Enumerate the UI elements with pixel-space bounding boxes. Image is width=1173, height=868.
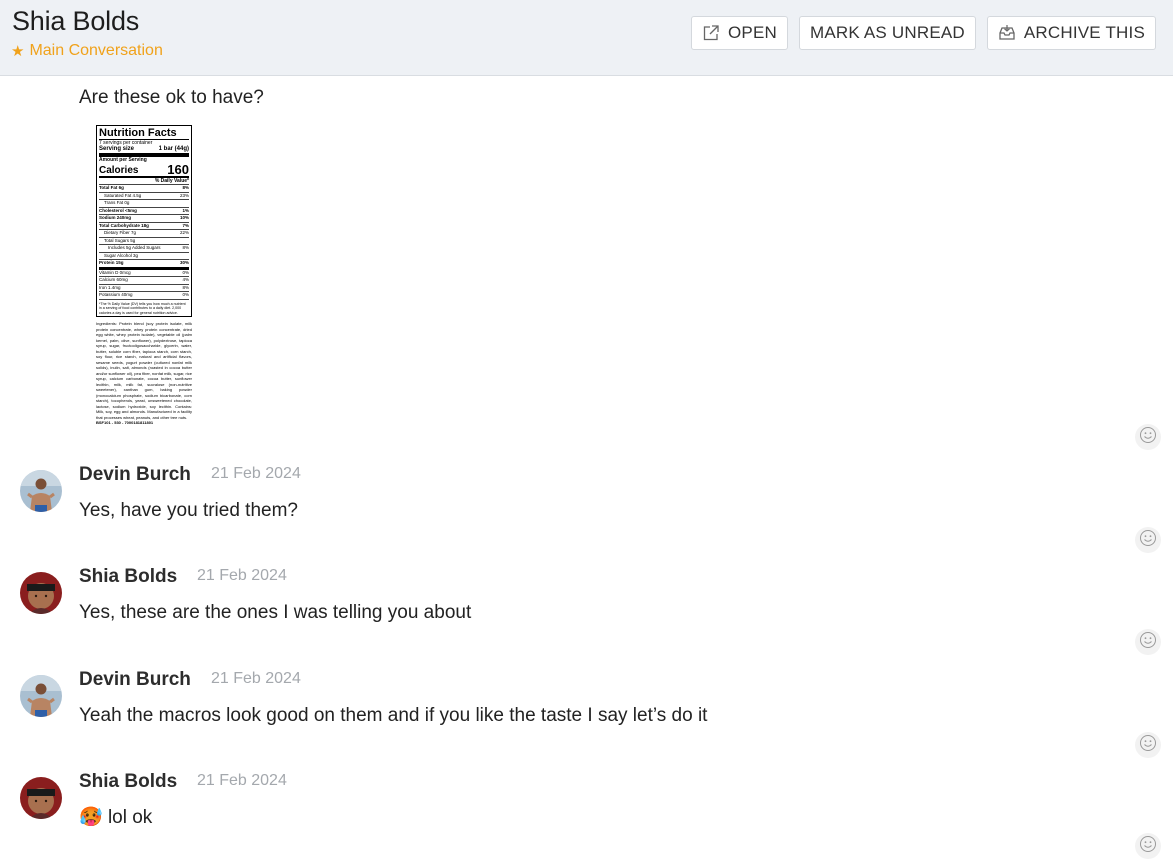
nutrition-row-dv: 30% — [179, 260, 189, 265]
add-reaction-button[interactable] — [1135, 424, 1161, 450]
daily-value-header: % Daily Value* — [99, 178, 189, 185]
calories-label: Calories — [99, 165, 139, 176]
add-reaction-button[interactable] — [1135, 527, 1161, 553]
nutrition-row-label: Dietary Fiber 7g — [104, 230, 137, 235]
avatar[interactable] — [20, 777, 62, 819]
ingredients-text: Ingredients: Protein blend (soy protein … — [96, 321, 192, 420]
nutrition-row-label: Includes 5g Added Sugars — [108, 245, 161, 250]
mark-as-unread-button[interactable]: MARK AS UNREAD — [798, 16, 976, 50]
avatar[interactable] — [20, 675, 62, 717]
nutrition-row-label: Cholesterol <5mg — [99, 207, 137, 213]
nutrition-row-dv: 10% — [179, 215, 189, 220]
nutrition-row-dv: 0% — [182, 292, 189, 297]
nutrition-row-dv: 7% — [182, 222, 189, 228]
nutrition-row-dv: 8% — [182, 245, 189, 250]
conversation-title: Shia Bolds — [12, 6, 140, 36]
message-text: Yes, have you tried them? — [79, 500, 298, 521]
sender-name[interactable]: Shia Bolds — [79, 771, 177, 793]
conversation-header: Shia Bolds ★ Main Conversation OPEN MARK… — [0, 0, 1173, 76]
nutrition-row: Dietary Fiber 7g 22% — [99, 230, 189, 238]
nutrition-rows: Total Fat 6g 8% Saturated Fat 4.5g 23% Trans… — [99, 185, 189, 300]
serving-size-label: Serving size — [99, 146, 135, 152]
nutrition-row-label: Potassium 40mg — [99, 292, 133, 297]
nutrition-row-dv: 0% — [182, 269, 189, 275]
external-link-icon — [702, 24, 720, 42]
add-reaction-button[interactable] — [1135, 833, 1161, 859]
nutrition-row-label: Trans Fat 0g — [104, 200, 130, 205]
sender-name[interactable]: Devin Burch — [79, 464, 191, 486]
smiley-icon — [1139, 631, 1157, 654]
sender-name[interactable]: Shia Bolds — [79, 566, 177, 588]
nutrition-row: Iron 1.4mg 8% — [99, 284, 189, 292]
nutrition-row: Cholesterol <5mg 1% — [99, 207, 189, 215]
nutrition-row-label: Vitamin D 0mcg — [99, 269, 131, 275]
message-date: 21 Feb 2024 — [211, 465, 301, 482]
message-date: 21 Feb 2024 — [197, 772, 287, 789]
nutrition-label-image[interactable]: Nutrition Facts 7 servings per container… — [96, 125, 192, 425]
nutrition-row: Sodium 240mg 10% — [99, 215, 189, 223]
nutrition-row: Saturated Fat 4.5g 23% — [99, 192, 189, 200]
nutrition-row-dv: 22% — [179, 230, 189, 235]
smiley-icon — [1139, 529, 1157, 552]
nutrition-row-label: Sugar Alcohol 3g — [104, 252, 139, 258]
nutrition-row-label: Protein 15g — [99, 260, 124, 265]
conversation-subtitle[interactable]: ★ Main Conversation — [11, 42, 163, 60]
smiley-icon — [1139, 734, 1157, 757]
nutrition-row: Calcium 60mg 4% — [99, 277, 189, 285]
message-text: Are these ok to have? — [79, 87, 264, 108]
star-icon: ★ — [11, 43, 25, 60]
product-code: BSF101 - 530 - 7000181811801 — [96, 420, 154, 425]
emoji: 🥵 — [79, 807, 103, 828]
smiley-icon — [1139, 426, 1157, 449]
nutrition-row-dv: 8% — [182, 284, 189, 290]
add-reaction-button[interactable] — [1135, 629, 1161, 655]
nutrition-row: Trans Fat 0g — [99, 200, 189, 208]
add-reaction-button[interactable] — [1135, 732, 1161, 758]
mark-as-unread-label: MARK AS UNREAD — [809, 23, 965, 42]
sender-name[interactable]: Devin Burch — [79, 669, 191, 691]
open-button-label: OPEN — [728, 23, 777, 42]
nutrition-row-label: Calcium 60mg — [99, 277, 128, 282]
archive-button-label: ARCHIVE THIS — [1023, 23, 1145, 42]
nutrition-row: Includes 5g Added Sugars 8% — [99, 245, 189, 253]
nutrition-row-label: Total Fat 6g — [99, 185, 124, 190]
message-date: 21 Feb 2024 — [211, 670, 301, 687]
avatar[interactable] — [20, 572, 62, 614]
calories-value: 160 — [167, 162, 189, 177]
archive-button[interactable]: ARCHIVE THIS — [986, 16, 1156, 50]
nutrition-row: Sugar Alcohol 3g — [99, 252, 189, 260]
nutrition-row-label: Iron 1.4mg — [99, 284, 121, 290]
nutrition-row: Potassium 40mg 0% — [99, 292, 189, 300]
nutrition-row-label: Saturated Fat 4.5g — [104, 192, 142, 198]
nutrition-row: Total Carbohydrate 18g 7% — [99, 222, 189, 230]
open-button[interactable]: OPEN — [691, 16, 788, 50]
nutrition-row-dv: 4% — [182, 277, 189, 282]
nutrition-footnote: *The % Daily Value (DV) tells you how mu… — [99, 301, 186, 315]
nutrition-row-label: Sodium 240mg — [99, 215, 132, 220]
message-text: Yeah the macros look good on them and if… — [79, 705, 708, 726]
nutrition-row-label: Total Carbohydrate 18g — [99, 222, 149, 228]
avatar[interactable] — [20, 470, 62, 512]
message-text: Yes, these are the ones I was telling yo… — [79, 602, 472, 623]
nutrition-row-label: Total Sugars 5g — [104, 237, 136, 243]
nutrition-row-dv: 1% — [182, 207, 189, 213]
nutrition-title: Nutrition Facts — [99, 127, 189, 140]
nutrition-row: Total Fat 6g 8% — [99, 185, 189, 193]
nutrition-row-dv: 8% — [182, 185, 189, 190]
nutrition-row-dv: 23% — [179, 192, 189, 198]
message-text-content: lol ok — [107, 807, 153, 828]
serving-size-value: 1 bar (44g) — [158, 146, 189, 152]
nutrition-row: Protein 15g 30% — [99, 260, 189, 270]
subtitle-label: Main Conversation — [29, 42, 163, 59]
nutrition-row: Total Sugars 5g — [99, 237, 189, 245]
smiley-icon — [1139, 835, 1157, 858]
nutrition-row: Vitamin D 0mcg 0% — [99, 269, 189, 277]
message-text: 🥵 lol ok — [79, 805, 152, 829]
header-actions: OPEN MARK AS UNREAD ARCHIVE THIS — [691, 16, 1156, 50]
archive-tray-icon — [998, 24, 1016, 42]
message-date: 21 Feb 2024 — [197, 567, 287, 584]
